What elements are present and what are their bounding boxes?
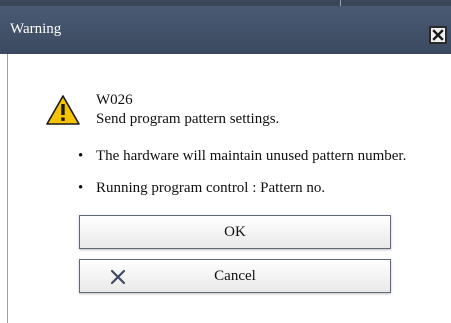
- cancel-button[interactable]: Cancel: [79, 259, 391, 293]
- bullet-text: Running program control : Pattern no.: [96, 180, 326, 196]
- cancel-button-label: Cancel: [214, 268, 256, 284]
- warning-triangle-icon: [46, 95, 80, 125]
- ok-button[interactable]: OK: [79, 215, 391, 249]
- list-item: • The hardware will maintain unused patt…: [78, 148, 406, 180]
- message-code: W026: [96, 92, 133, 108]
- bullet-dot: •: [78, 148, 84, 164]
- title-bar: Warning: [0, 6, 451, 54]
- bullet-list: • The hardware will maintain unused patt…: [78, 148, 406, 212]
- ok-button-label: OK: [224, 224, 246, 240]
- bullet-dot: •: [78, 180, 84, 196]
- message-text: Send program pattern settings.: [96, 111, 280, 127]
- close-button[interactable]: [429, 26, 447, 44]
- bullet-text: The hardware will maintain unused patter…: [96, 148, 407, 164]
- list-item: • Running program control : Pattern no.: [78, 180, 406, 212]
- window-title: Warning: [10, 21, 62, 37]
- close-icon: [432, 29, 444, 41]
